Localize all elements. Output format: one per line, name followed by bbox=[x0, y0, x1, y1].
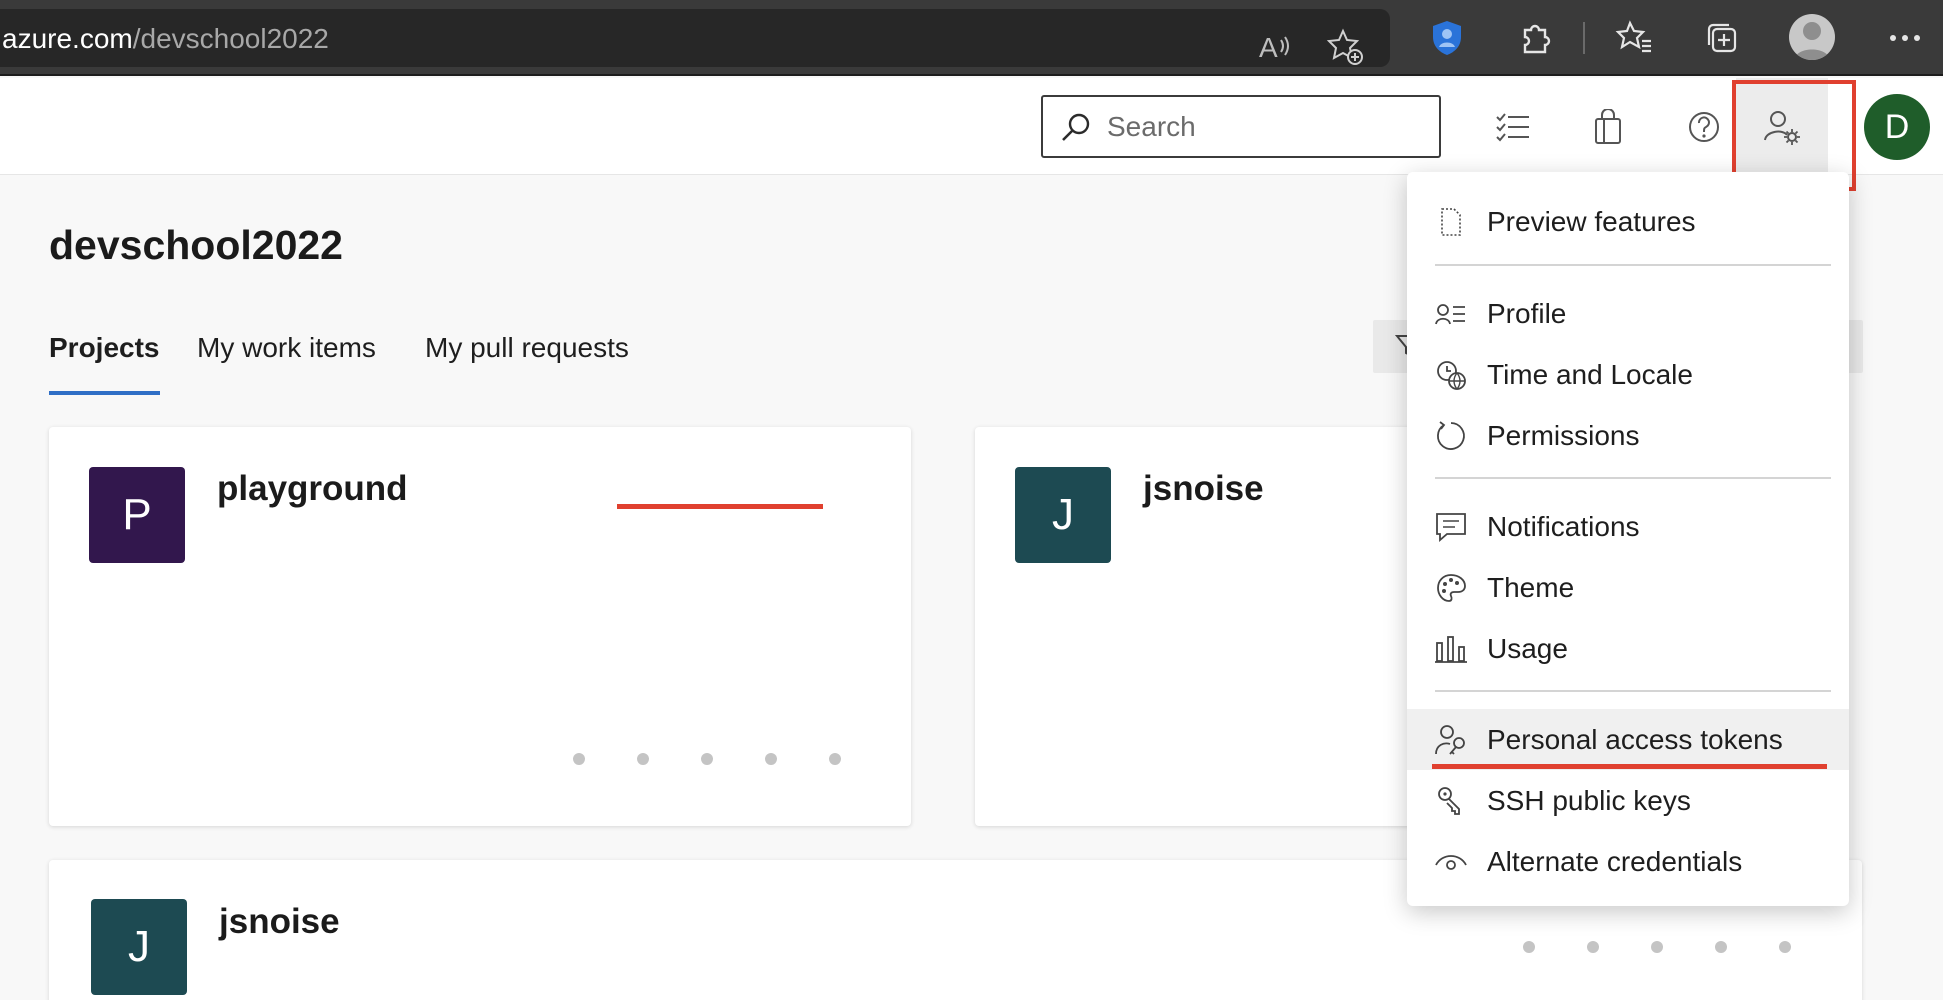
menu-item-preview-features[interactable]: Preview features bbox=[1407, 191, 1849, 252]
pager-dot[interactable] bbox=[573, 753, 585, 765]
read-aloud-icon[interactable]: A bbox=[1254, 27, 1294, 67]
search-box[interactable] bbox=[1041, 95, 1441, 158]
menu-item-usage[interactable]: Usage bbox=[1407, 618, 1849, 679]
palette-icon bbox=[1433, 570, 1469, 606]
project-avatar: J bbox=[91, 899, 187, 995]
person-key-icon bbox=[1433, 722, 1469, 758]
menu-item-profile[interactable]: Profile bbox=[1407, 283, 1849, 344]
project-card-playground[interactable]: P playground bbox=[49, 427, 911, 826]
annotation-underline bbox=[617, 504, 823, 509]
page-title: devschool2022 bbox=[49, 222, 343, 268]
menu-item-ssh-public-keys[interactable]: SSH public keys bbox=[1407, 770, 1849, 831]
pager-dot[interactable] bbox=[829, 753, 841, 765]
menu-divider bbox=[1435, 477, 1831, 479]
pager-dot[interactable] bbox=[637, 753, 649, 765]
menu-label: Profile bbox=[1487, 297, 1567, 329]
profile-icon[interactable] bbox=[1789, 14, 1835, 60]
ssh-key-icon bbox=[1433, 783, 1469, 819]
bar-chart-icon bbox=[1433, 631, 1469, 667]
chat-bubble-icon bbox=[1433, 509, 1469, 545]
address-bar[interactable]: azure.com/devschool2022 A bbox=[0, 9, 1390, 67]
toolbar-divider bbox=[1583, 22, 1585, 54]
menu-item-alternate-credentials[interactable]: Alternate credentials bbox=[1407, 831, 1849, 892]
pager-dot[interactable] bbox=[1587, 941, 1599, 953]
pager-dot[interactable] bbox=[1523, 941, 1535, 953]
active-tab-indicator bbox=[49, 391, 160, 395]
project-avatar: J bbox=[1015, 467, 1111, 563]
clock-globe-icon bbox=[1433, 357, 1469, 393]
pager-dot[interactable] bbox=[1779, 941, 1791, 953]
menu-label: Notifications bbox=[1487, 510, 1640, 542]
url-text[interactable]: azure.com/devschool2022 bbox=[2, 23, 329, 55]
card-pager bbox=[573, 753, 841, 765]
search-input[interactable] bbox=[1107, 107, 1427, 147]
pager-dot[interactable] bbox=[1651, 941, 1663, 953]
shopping-bag-icon[interactable] bbox=[1583, 102, 1633, 152]
document-icon bbox=[1433, 204, 1469, 240]
menu-item-permissions[interactable]: Permissions bbox=[1407, 405, 1849, 466]
project-name[interactable]: playground bbox=[217, 469, 408, 509]
menu-label: Personal access tokens bbox=[1487, 723, 1783, 755]
profile-card-icon bbox=[1433, 296, 1469, 332]
url-path: /devschool2022 bbox=[132, 23, 329, 54]
eye-icon bbox=[1433, 844, 1469, 880]
favorites-icon[interactable] bbox=[1612, 16, 1656, 60]
menu-item-personal-access-tokens[interactable]: Personal access tokens bbox=[1407, 709, 1849, 770]
pager-dot[interactable] bbox=[1715, 941, 1727, 953]
menu-divider bbox=[1435, 690, 1831, 692]
tab-my-work-items[interactable]: My work items bbox=[197, 332, 376, 364]
menu-label: Usage bbox=[1487, 632, 1568, 664]
app-header bbox=[0, 78, 1943, 175]
menu-label: Preview features bbox=[1487, 205, 1696, 237]
card-pager bbox=[1523, 941, 1791, 953]
menu-item-theme[interactable]: Theme bbox=[1407, 557, 1849, 618]
menu-label: SSH public keys bbox=[1487, 784, 1691, 816]
extensions-icon[interactable] bbox=[1513, 16, 1557, 60]
task-list-icon[interactable] bbox=[1488, 102, 1538, 152]
menu-label: Theme bbox=[1487, 571, 1575, 603]
search-icon bbox=[1062, 113, 1090, 141]
browser-toolbar: azure.com/devschool2022 A bbox=[0, 0, 1943, 76]
avatar[interactable]: D bbox=[1864, 94, 1930, 160]
menu-label: Time and Locale bbox=[1487, 358, 1693, 390]
menu-divider bbox=[1435, 264, 1831, 266]
menu-item-time-and-locale[interactable]: Time and Locale bbox=[1407, 344, 1849, 405]
project-card-jsnoise[interactable]: J jsnoise bbox=[975, 427, 1415, 826]
shield-extension-icon[interactable] bbox=[1425, 16, 1469, 60]
pager-dot[interactable] bbox=[701, 753, 713, 765]
url-host: azure.com bbox=[2, 23, 133, 54]
menu-label: Permissions bbox=[1487, 419, 1640, 451]
project-name[interactable]: jsnoise bbox=[1143, 469, 1264, 509]
project-name[interactable]: jsnoise bbox=[219, 902, 340, 942]
pager-dot[interactable] bbox=[765, 753, 777, 765]
menu-label: Alternate credentials bbox=[1487, 845, 1743, 877]
project-avatar: P bbox=[89, 467, 185, 563]
refresh-circle-icon bbox=[1433, 418, 1469, 454]
tab-projects[interactable]: Projects bbox=[49, 332, 160, 364]
annotation-underline bbox=[1432, 764, 1827, 769]
more-icon[interactable] bbox=[1883, 16, 1927, 60]
svg-text:A: A bbox=[1259, 32, 1278, 63]
user-settings-menu: Preview features Profile Time and Locale… bbox=[1407, 172, 1849, 906]
menu-item-notifications[interactable]: Notifications bbox=[1407, 496, 1849, 557]
tab-my-pull-requests[interactable]: My pull requests bbox=[425, 332, 629, 364]
help-icon[interactable] bbox=[1679, 102, 1729, 152]
collections-icon[interactable] bbox=[1700, 16, 1744, 60]
add-favorite-icon[interactable] bbox=[1325, 27, 1365, 67]
